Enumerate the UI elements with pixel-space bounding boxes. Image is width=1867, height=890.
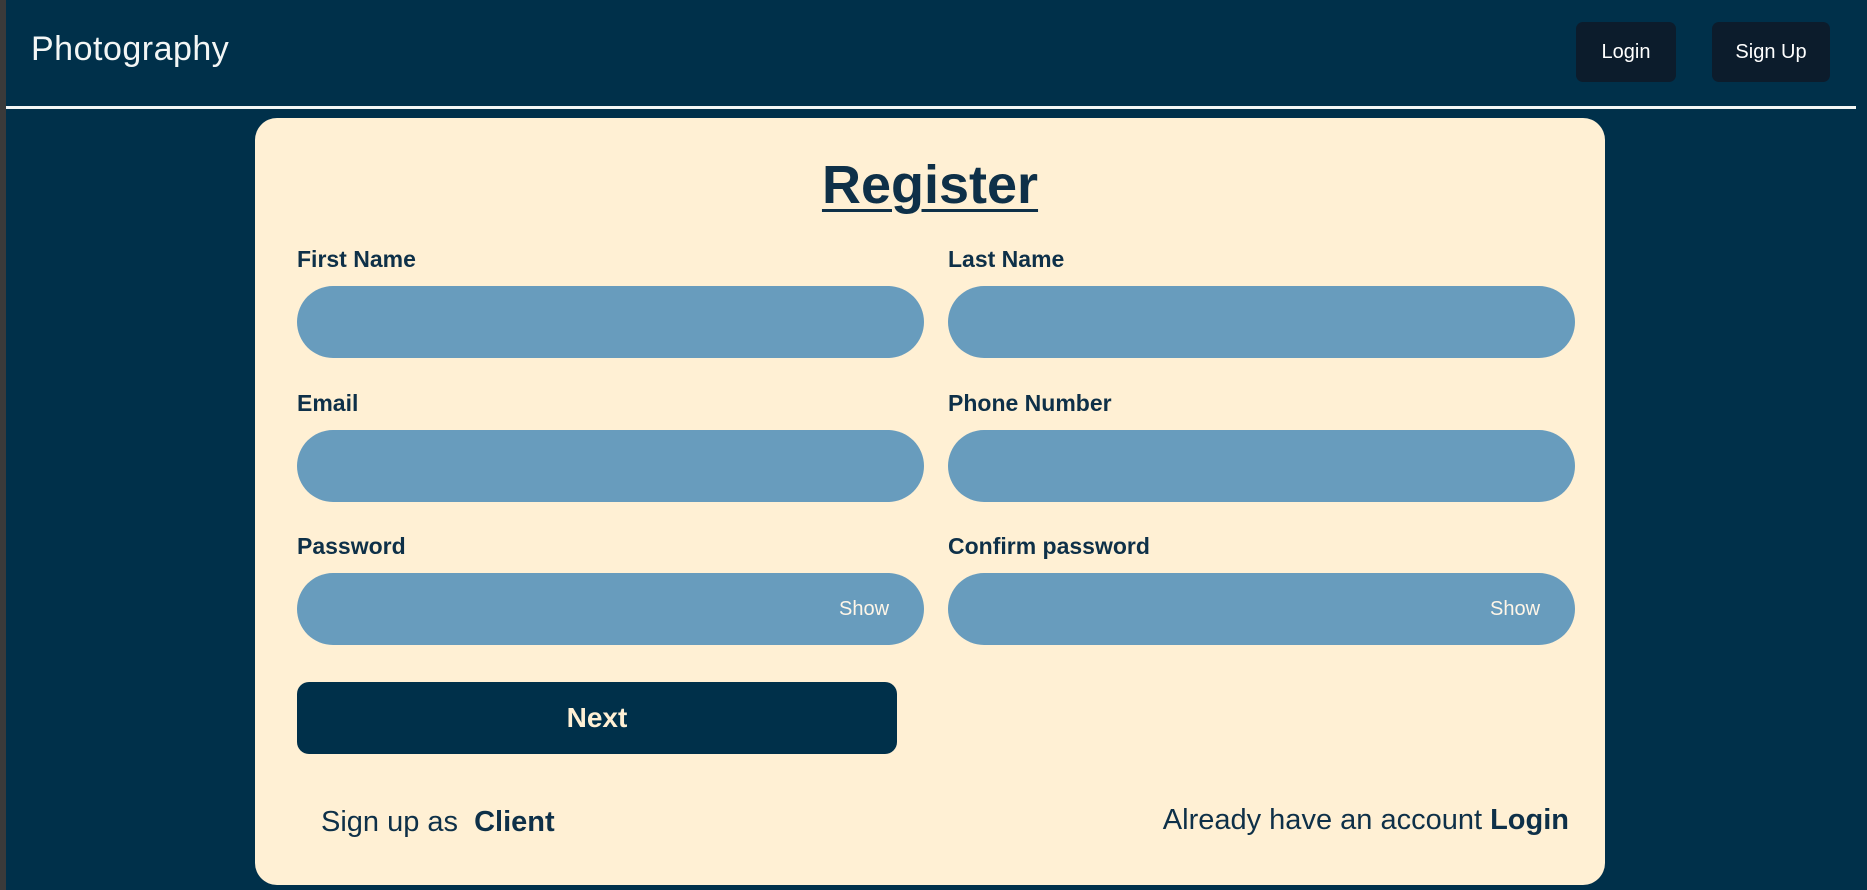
last-name-label: Last Name (948, 246, 1065, 272)
phone-number-input[interactable] (948, 430, 1575, 502)
login-link[interactable]: Login (1490, 804, 1569, 836)
password-input[interactable] (297, 573, 924, 645)
first-name-label: First Name (297, 246, 416, 272)
password-show-toggle[interactable]: Show (839, 598, 889, 621)
brand-logo-text[interactable]: Photography (31, 30, 229, 69)
email-label: Email (297, 390, 359, 416)
nav-login-button[interactable]: Login (1576, 22, 1676, 82)
signup-role-toggle[interactable]: Client (474, 806, 555, 838)
password-label: Password (297, 533, 406, 559)
confirm-password-input[interactable] (948, 573, 1575, 645)
next-button[interactable]: Next (297, 682, 897, 754)
app-viewport: Photography Login Sign Up Register First… (6, 0, 1867, 890)
signup-as-row: Sign up as Client (321, 806, 555, 839)
register-title: Register (821, 155, 1039, 215)
signup-as-text: Sign up as (321, 806, 459, 838)
have-account-row: Already have an account Login (1163, 804, 1569, 837)
confirm-password-show-toggle[interactable]: Show (1490, 598, 1540, 621)
email-input[interactable] (297, 430, 924, 502)
phone-number-label: Phone Number (948, 390, 1112, 416)
have-account-text: Already have an account (1162, 804, 1483, 836)
register-card: Register First Name Last Name Email Phon… (255, 118, 1605, 885)
nav-signup-button[interactable]: Sign Up (1712, 22, 1830, 82)
confirm-password-label: Confirm password (948, 533, 1150, 559)
first-name-input[interactable] (297, 286, 924, 358)
navbar: Photography Login Sign Up (6, 0, 1856, 109)
last-name-input[interactable] (948, 286, 1575, 358)
